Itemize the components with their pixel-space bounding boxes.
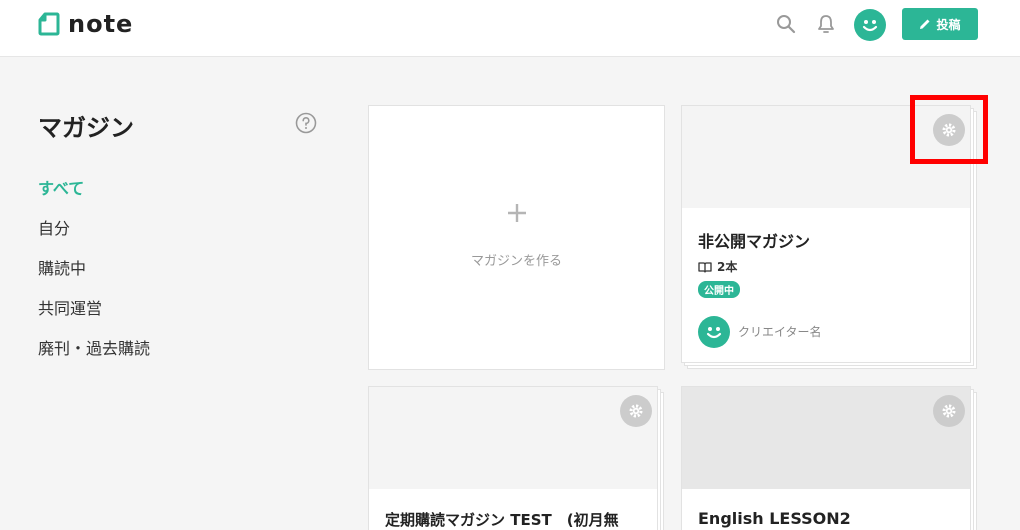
logo-text: note [68,10,134,38]
post-button[interactable]: 投稿 [902,8,978,40]
magazine-thumbnail [369,387,657,489]
avatar-smile-icon [862,20,878,32]
note-logo[interactable]: note [38,12,133,36]
magazine-title[interactable]: 非公開マガジン [698,228,810,252]
status-badge: 公開中 [698,281,740,298]
article-count-text: 2本 [717,260,738,274]
magazine-title[interactable]: English LESSON2 [698,509,851,528]
user-avatar[interactable] [854,9,886,41]
creator-avatar[interactable] [698,316,730,348]
post-button-label: 投稿 [936,17,961,32]
page-title: マガジン [38,114,134,142]
top-header: note 投稿 [0,0,1020,57]
magazine-title[interactable]: 定期購読マガジン TEST (初月無 [385,509,619,530]
settings-button[interactable] [933,395,965,427]
pencil-icon [920,19,930,29]
sidebar-item-co-managed[interactable]: 共同運営 [38,295,102,319]
creator-name[interactable]: クリエイター名 [738,323,822,340]
sidebar-item-all[interactable]: すべて [38,175,84,199]
bell-icon[interactable] [815,12,837,36]
help-circle-icon[interactable] [295,112,317,134]
magazine-card[interactable]: English LESSON2 [681,386,971,530]
sidebar-item-subscribed[interactable]: 購読中 [38,255,86,279]
create-magazine-label: マガジンを作る [470,254,562,269]
book-icon [698,261,712,273]
avatar-smile-icon [706,327,722,339]
search-icon[interactable] [775,12,797,36]
highlight-annotation [910,95,988,164]
article-count: 2本 [698,258,737,275]
settings-button[interactable] [620,395,652,427]
magazine-thumbnail [682,387,970,489]
sidebar-item-mine[interactable]: 自分 [38,215,70,239]
create-magazine-card[interactable]: マガジンを作る [368,105,665,370]
gear-icon [942,404,956,418]
note-logo-icon [38,12,60,36]
magazine-card[interactable]: 定期購読マガジン TEST (初月無 [368,386,658,530]
gear-icon [629,404,643,418]
plus-icon [369,202,664,228]
sidebar-item-discontinued[interactable]: 廃刊・過去購読 [38,335,150,359]
